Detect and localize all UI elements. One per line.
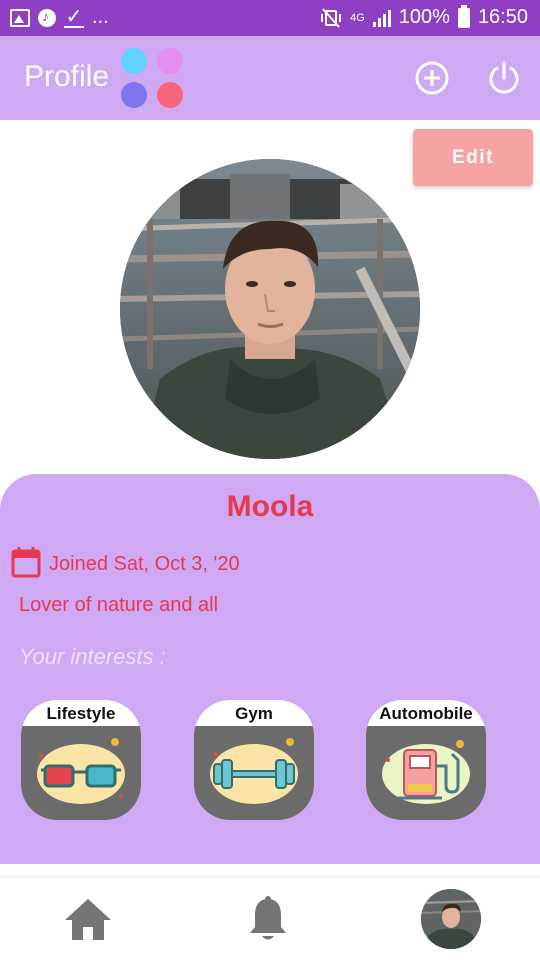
add-circle-icon[interactable]	[414, 60, 450, 96]
clock: 16:50	[477, 6, 528, 28]
profile-photo	[120, 159, 420, 459]
status-right: 4G 100% 16:50	[320, 4, 528, 29]
joined-date: Joined Sat, Oct 3, '20	[49, 553, 240, 575]
profile-bio: Lover of nature and all	[19, 594, 219, 616]
home-icon	[65, 899, 111, 940]
interests-heading: Your interests :	[19, 644, 166, 669]
nav-notifications[interactable]	[238, 877, 298, 960]
interest-automobile[interactable]: Automobile	[366, 700, 486, 820]
status-overflow: ...	[92, 6, 109, 28]
logo-dot	[157, 82, 183, 108]
3d-glasses-icon	[37, 738, 125, 804]
profile-photo-image	[120, 159, 420, 459]
logo-dot	[121, 48, 147, 74]
interest-label: Automobile	[366, 700, 486, 726]
interest-gym[interactable]: Gym	[194, 700, 314, 820]
status-bar: ✓ ... 4G 100% 16:50	[0, 0, 540, 36]
calendar-icon	[11, 547, 41, 578]
battery-percent: 100%	[398, 6, 450, 28]
signal-icon	[372, 9, 391, 27]
battery-icon	[457, 4, 470, 28]
power-icon[interactable]	[486, 60, 522, 96]
mute-vibrate-icon	[321, 7, 342, 28]
logo-dot	[157, 48, 183, 74]
app-logo	[121, 48, 183, 110]
logo-dot	[121, 82, 147, 108]
notifications-icon	[250, 896, 286, 940]
fuel-pump-icon	[382, 740, 470, 804]
page-title: Profile	[24, 60, 110, 93]
nav-home[interactable]	[58, 877, 118, 960]
interest-label: Lifestyle	[21, 700, 141, 726]
nav-profile[interactable]	[420, 877, 482, 960]
gallery-icon	[10, 8, 30, 27]
edit-button[interactable]: Edit	[413, 129, 533, 186]
app-bar: Profile	[0, 36, 540, 120]
status-left: ✓ ...	[10, 6, 109, 29]
profile-avatar	[421, 889, 481, 949]
dumbbell-icon	[210, 738, 298, 804]
interest-lifestyle[interactable]: Lifestyle	[21, 700, 141, 820]
profile-name: Moola	[226, 490, 314, 523]
bottom-navigation	[0, 876, 540, 960]
profile-avatar-image	[421, 889, 481, 949]
download-done-icon: ✓	[64, 5, 84, 28]
interest-label: Gym	[194, 700, 314, 726]
music-icon	[38, 8, 56, 27]
network-type: 4G	[350, 11, 365, 24]
